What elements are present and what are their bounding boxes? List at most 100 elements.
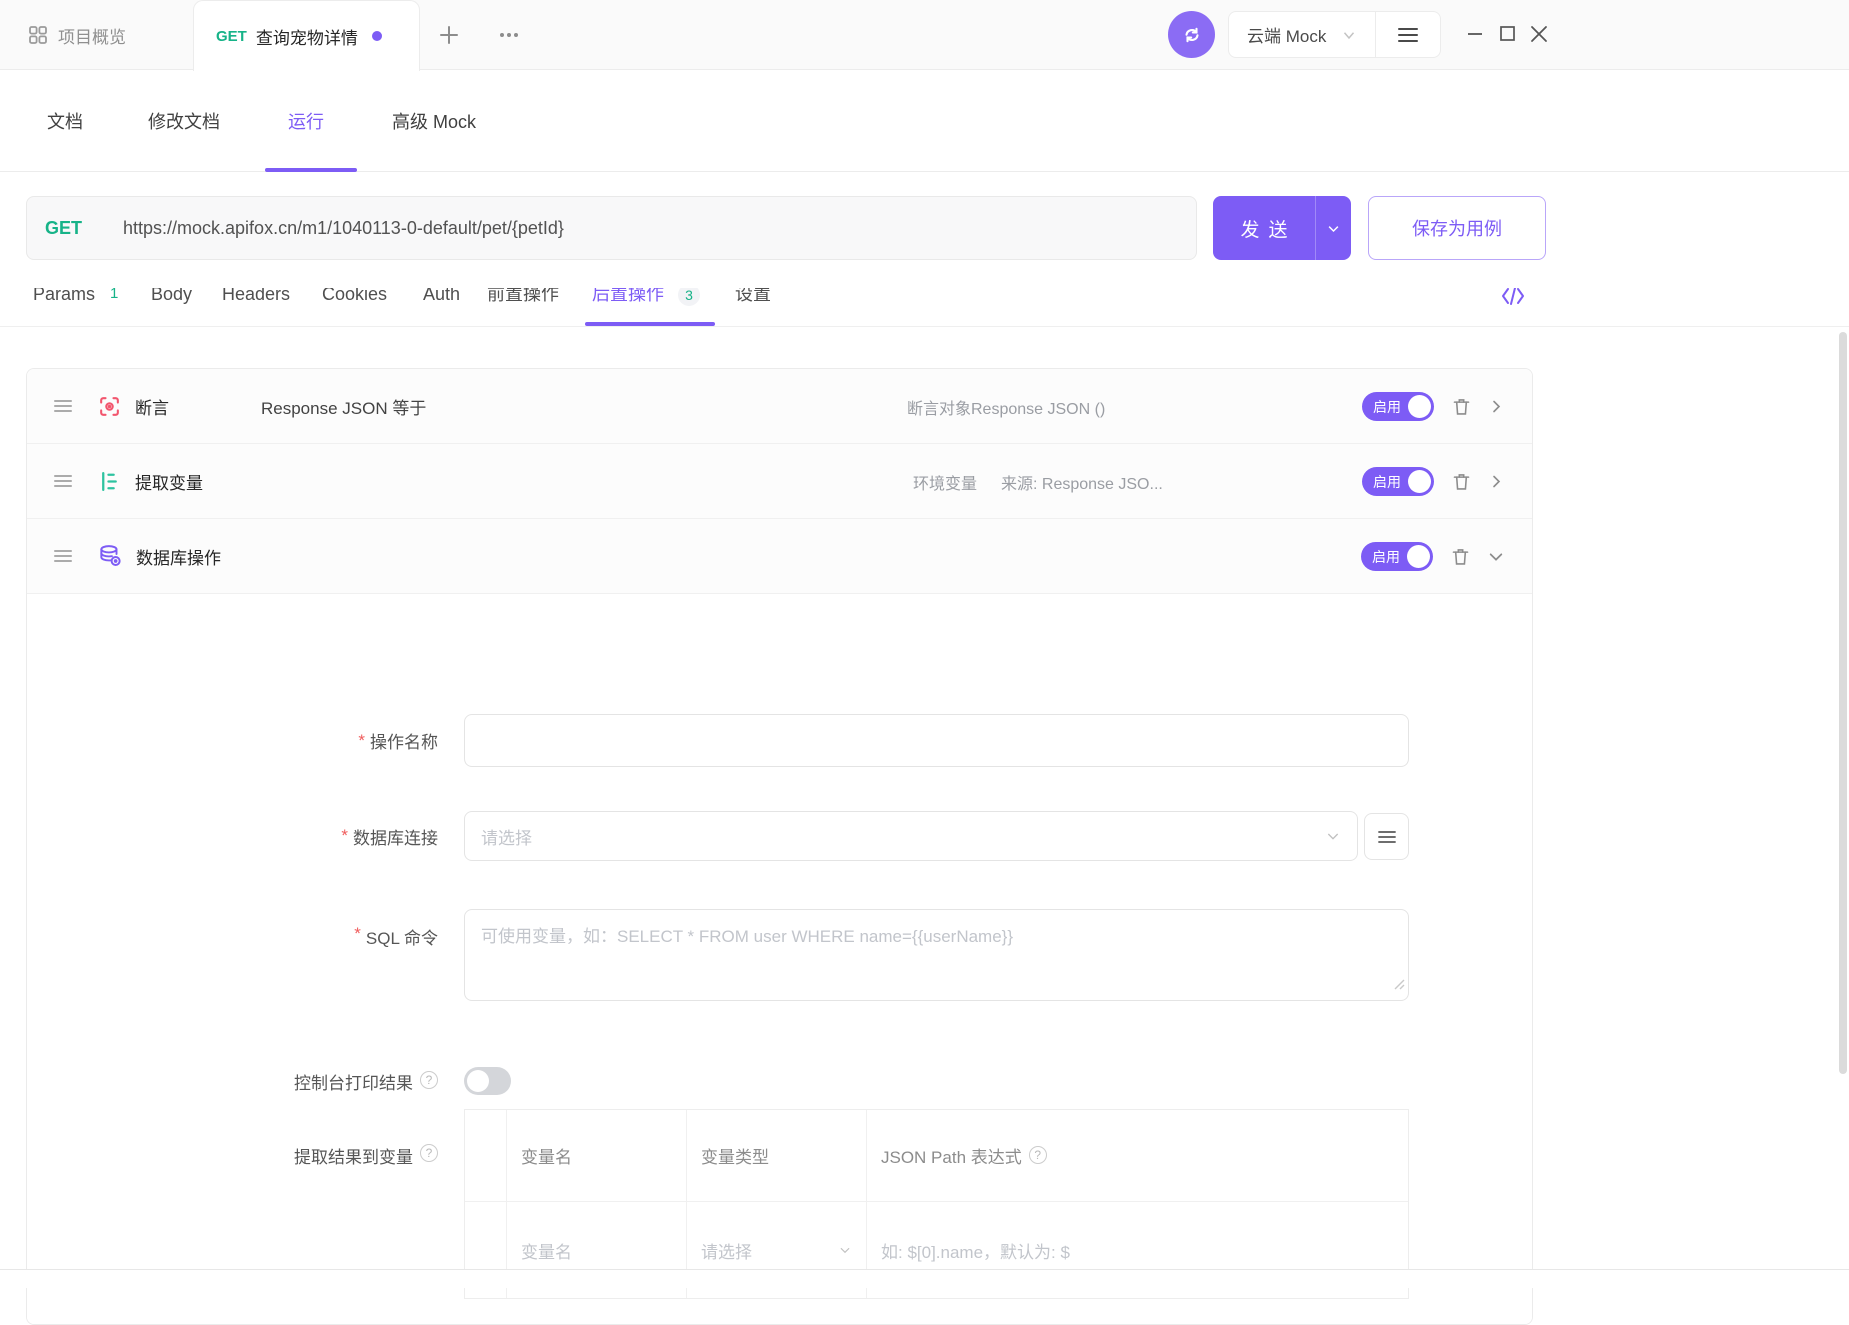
save-as-case-label: 保存为用例 [1412,215,1502,241]
console-print-toggle[interactable] [464,1067,511,1095]
project-overview-tab[interactable]: 项目概览 [28,0,126,70]
tab-docs[interactable]: 文档 [47,70,83,171]
method-label[interactable]: GET [45,218,107,239]
maximize-button[interactable] [1496,22,1518,44]
extract-source-meta: 来源: Response JSO... [1001,444,1163,519]
collapse-step-button[interactable] [1488,549,1504,565]
save-as-case-button[interactable]: 保存为用例 [1368,196,1546,260]
tab-advanced-mock-label: 高级 Mock [392,108,476,134]
operation-name-label: 操作名称 [370,728,438,753]
main-menu-button[interactable] [1376,26,1440,44]
grid-icon [28,25,48,45]
enable-toggle-label: 启用 [1373,472,1401,492]
chevron-down-icon[interactable] [1340,26,1358,44]
form-row-db-connection: * 数据库连接 请选择 [27,811,1409,861]
sync-icon [1180,23,1204,47]
tab-run[interactable]: 运行 [288,70,324,171]
tab-edit-docs[interactable]: 修改文档 [148,70,220,171]
project-overview-label: 项目概览 [58,23,126,48]
table-corner-cell [465,1110,507,1202]
endpoint-nav-tabs: 文档 修改文档 运行 高级 Mock [0,70,1849,172]
sql-label: SQL 命令 [366,924,438,949]
step-row-assertion[interactable]: 断言 Response JSON 等于 断言对象Response JSON ()… [27,369,1532,444]
trash-icon [1450,546,1471,567]
tab-advanced-mock[interactable]: 高级 Mock [392,70,476,171]
database-operation-form: * 操作名称 * 数据库连接 请选择 [27,594,1532,1324]
toggle-knob [467,1070,489,1092]
assertion-target-meta: 断言对象Response JSON () [907,369,1105,444]
ellipsis-icon [496,22,522,48]
form-row-sql: * SQL 命令 [27,909,1409,1001]
manage-connections-button[interactable] [1364,813,1409,860]
active-request-tab[interactable]: GET 查询宠物详情 [193,0,420,71]
url-input-group[interactable]: GET https://mock.apifox.cn/m1/1040113-0-… [26,196,1197,260]
help-icon[interactable]: ? [420,1071,438,1089]
delete-step-button[interactable] [1451,471,1472,492]
url-input[interactable]: https://mock.apifox.cn/m1/1040113-0-defa… [123,218,564,239]
chevron-right-icon [1489,474,1504,489]
drag-handle-icon[interactable] [53,548,73,564]
trash-icon [1451,396,1472,417]
chevron-right-icon [1489,399,1504,414]
step-title: 断言 [135,394,169,419]
database-icon [97,543,123,569]
environment-value[interactable]: 云端 Mock [1247,22,1326,47]
request-bar-section: GET https://mock.apifox.cn/m1/1040113-0-… [0,172,1849,288]
required-marker: * [358,731,365,751]
assertion-summary: Response JSON 等于 [261,369,426,444]
drag-handle-icon[interactable] [53,473,73,489]
form-row-console-print: 控制台打印结果 ? [27,1067,511,1095]
enable-toggle[interactable]: 启用 [1361,542,1433,571]
extract-variable-icon [97,469,122,494]
expand-step-button[interactable] [1489,474,1504,489]
drag-handle-icon[interactable] [53,398,73,414]
sql-command-textarea[interactable] [464,909,1409,1001]
enable-toggle[interactable]: 启用 [1362,392,1434,421]
operation-name-input[interactable] [464,714,1409,767]
form-row-operation-name: * 操作名称 [27,714,1409,767]
send-button[interactable]: 发送 [1213,196,1351,260]
sync-button[interactable] [1168,11,1215,58]
step-title: 提取变量 [135,469,203,494]
tab-list-button[interactable] [496,0,522,70]
step-row-extract-variable[interactable]: 提取变量 环境变量 来源: Response JSO... 启用 [27,444,1532,519]
enable-toggle[interactable]: 启用 [1362,467,1434,496]
extract-scope-meta: 环境变量 [913,444,977,519]
extract-results-label: 提取结果到变量 [294,1143,413,1168]
help-icon[interactable]: ? [420,1144,438,1162]
expand-step-button[interactable] [1489,399,1504,414]
assertion-icon [97,394,122,419]
db-connection-select[interactable]: 请选择 [464,811,1358,861]
vertical-scrollbar-thumb[interactable] [1839,332,1847,1074]
tab-edit-docs-label: 修改文档 [148,108,220,134]
maximize-icon [1496,22,1518,44]
close-icon [1527,22,1551,46]
step-row-database-operation[interactable]: 数据库操作 启用 [27,519,1532,594]
send-button-label: 发送 [1213,196,1315,260]
post-processors-list: 断言 Response JSON 等于 断言对象Response JSON ()… [26,368,1533,1325]
send-options-chevron[interactable] [1315,196,1351,260]
environment-selector: 云端 Mock [1228,11,1441,58]
delete-step-button[interactable] [1450,546,1471,567]
new-tab-button[interactable] [437,0,461,70]
plus-icon [437,23,461,47]
minimize-button[interactable] [1464,22,1486,44]
help-icon[interactable]: ? [1029,1146,1047,1164]
unsaved-dot-indicator [372,31,382,41]
trash-icon [1451,471,1472,492]
close-button[interactable] [1527,22,1551,46]
resize-handle[interactable] [1394,977,1405,995]
enable-toggle-label: 启用 [1372,547,1400,567]
required-marker: * [341,826,348,846]
toggle-knob [1407,545,1430,568]
col-header-json-path: JSON Path 表达式 ? [867,1110,1408,1202]
tab-run-label: 运行 [288,108,324,134]
generate-code-button[interactable] [1500,284,1526,313]
tab-docs-label: 文档 [47,108,83,134]
chevron-down-icon [1488,549,1504,565]
chevron-down-icon [838,1243,852,1257]
request-tab-title: 查询宠物详情 [256,24,358,49]
delete-step-button[interactable] [1451,396,1472,417]
required-marker: * [354,924,361,944]
chevron-down-icon [1325,828,1341,844]
